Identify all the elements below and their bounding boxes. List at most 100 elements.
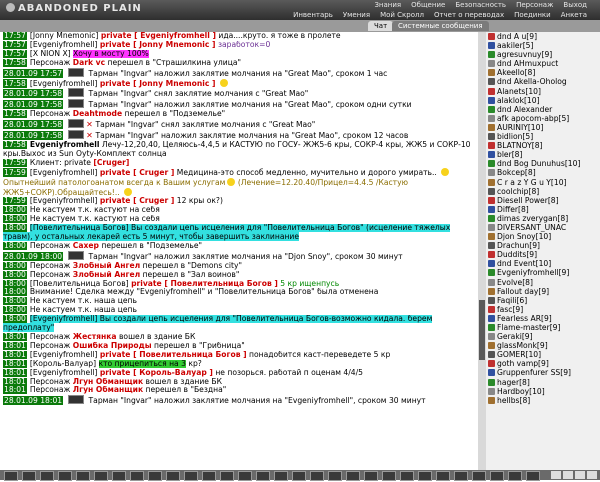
submenu-item[interactable]: Отчет о переводах: [429, 10, 509, 20]
user-name[interactable]: agresuvnuy[9]: [497, 50, 552, 59]
message-timestamp[interactable]: 18:00: [3, 241, 27, 250]
user-list-item[interactable]: Evolve[8]: [486, 278, 600, 287]
message-timestamp[interactable]: 17:57: [3, 49, 27, 58]
user-name[interactable]: dimas zverygan[8]: [497, 214, 568, 223]
user-name[interactable]: DIVERSANT_UNAC: [497, 223, 566, 232]
user-list-item[interactable]: Bokcep[8]: [486, 168, 600, 177]
user-name[interactable]: Alanets[10]: [497, 87, 541, 96]
message-timestamp[interactable]: 28.01.09 18:00: [3, 251, 64, 261]
user-name[interactable]: Fallout day[9]: [497, 287, 549, 296]
message-timestamp[interactable]: 17:59: [3, 158, 27, 167]
user-list-item[interactable]: dnd Alexander: [486, 105, 600, 114]
message-timestamp[interactable]: 18:00: [3, 261, 27, 270]
user-list-item[interactable]: Drachun[9]: [486, 241, 600, 250]
submenu-item[interactable]: Инвентарь: [288, 10, 338, 20]
message-timestamp[interactable]: 17:58: [3, 140, 27, 149]
window-control-icon[interactable]: [551, 471, 561, 479]
user-name[interactable]: goth vamp[9]: [497, 359, 549, 368]
user-list-item[interactable]: BLATNOY[8]: [486, 141, 600, 150]
user-list-item[interactable]: hager[8]: [486, 378, 600, 387]
user-name[interactable]: alaklok[10]: [497, 96, 540, 105]
message-timestamp[interactable]: 28.01.09 17:57: [3, 68, 64, 78]
tab-chat[interactable]: Чат: [368, 21, 394, 31]
user-list-item[interactable]: Fallout day[9]: [486, 287, 600, 296]
message-timestamp[interactable]: 28.01.09 17:58: [3, 100, 64, 110]
message-timestamp[interactable]: 18:01: [3, 386, 27, 395]
user-name[interactable]: hellbs[8]: [497, 396, 530, 405]
menu-item[interactable]: Знания: [369, 0, 406, 10]
user-name[interactable]: AURINIY[10]: [497, 123, 543, 132]
message-timestamp[interactable]: 18:01: [3, 377, 27, 386]
user-list-item[interactable]: bidlion[5]: [486, 132, 600, 141]
user-name[interactable]: Djon Snoy[10]: [497, 232, 551, 241]
user-name[interactable]: Bokcep[8]: [497, 168, 536, 177]
message-timestamp[interactable]: 17:57: [3, 40, 27, 49]
user-list-item[interactable]: aakiler[5]: [486, 41, 600, 50]
submenu-item[interactable]: Анкета: [556, 10, 592, 20]
user-name[interactable]: dnd A u[9]: [497, 32, 537, 41]
user-list-item[interactable]: Faqili[6]: [486, 296, 600, 305]
user-list-item[interactable]: agresuvnuy[9]: [486, 50, 600, 59]
user-list-item[interactable]: dnd A u[9]: [486, 32, 600, 41]
submenu-item[interactable]: Мой Скролл: [375, 10, 429, 20]
user-name[interactable]: BLATNOY[8]: [497, 141, 543, 150]
message-timestamp[interactable]: 17:58: [3, 78, 27, 88]
tab-system-messages[interactable]: Системные сообщения: [392, 21, 489, 31]
user-name[interactable]: C r a z Y G u Y[10]: [497, 178, 567, 187]
message-timestamp[interactable]: 18:01: [3, 368, 27, 377]
menu-item[interactable]: Выход: [558, 0, 592, 10]
chat-scrollbar[interactable]: [478, 32, 486, 470]
user-list-item[interactable]: fasc[9]: [486, 305, 600, 314]
user-name[interactable]: GOMER[10]: [497, 350, 541, 359]
user-name[interactable]: Akeello[8]: [497, 68, 535, 77]
message-timestamp[interactable]: 28.01.09 17:58: [3, 89, 64, 99]
message-timestamp[interactable]: 18:00: [3, 279, 27, 288]
user-name[interactable]: coolchip[8]: [497, 187, 539, 196]
user-name[interactable]: Hardboy[10]: [497, 387, 545, 396]
message-timestamp[interactable]: 18:01: [3, 333, 27, 341]
message-timestamp[interactable]: 18:00: [3, 224, 27, 233]
user-list-item[interactable]: coolchip[8]: [486, 187, 600, 196]
message-timestamp[interactable]: 17:59: [3, 167, 27, 177]
user-list-item[interactable]: Geraki[9]: [486, 332, 600, 341]
user-list-item[interactable]: dnd Bog Dunuhus[10]: [486, 159, 600, 168]
user-list-item[interactable]: Evgeniyfromhell[9]: [486, 268, 600, 277]
user-list-item[interactable]: dnd Event[10]: [486, 259, 600, 268]
user-list-item[interactable]: DIVERSANT_UNAC: [486, 223, 600, 232]
user-list-item[interactable]: alaklok[10]: [486, 96, 600, 105]
user-list-item[interactable]: goth vamp[9]: [486, 359, 600, 368]
user-list-item[interactable]: afk apocom-abp[5]: [486, 114, 600, 123]
user-name[interactable]: bler[8]: [497, 150, 522, 159]
user-name[interactable]: dnd Akella-Oholog: [497, 77, 567, 86]
message-timestamp[interactable]: 28.01.09 18:01: [3, 396, 64, 406]
message-timestamp[interactable]: 18:01: [3, 350, 27, 359]
submenu-item[interactable]: Поединки: [509, 10, 556, 20]
user-name[interactable]: Diesell Power[8]: [497, 196, 559, 205]
user-name[interactable]: afk apocom-abp[5]: [497, 114, 569, 123]
user-name[interactable]: Differ[8]: [497, 205, 529, 214]
user-list-item[interactable]: Djon Snoy[10]: [486, 232, 600, 241]
window-control-icon[interactable]: [575, 471, 585, 479]
user-name[interactable]: Gruppenfurer SS[9]: [497, 368, 571, 377]
message-timestamp[interactable]: 28.01.09 17:58: [3, 131, 64, 141]
user-name[interactable]: bidlion[5]: [497, 132, 533, 141]
user-list-item[interactable]: Fearless AR[9]: [486, 314, 600, 323]
user-name[interactable]: hager[8]: [497, 378, 530, 387]
user-list-item[interactable]: bler[8]: [486, 150, 600, 159]
user-name[interactable]: Duddits[9]: [497, 250, 537, 259]
menu-item[interactable]: Безопасность: [450, 0, 511, 10]
user-name[interactable]: dnd Event[10]: [497, 259, 551, 268]
user-name[interactable]: dnd AHmuxpuct: [497, 59, 558, 68]
user-list-item[interactable]: AURINIY[10]: [486, 123, 600, 132]
user-list-item[interactable]: Flame-master[9]: [486, 323, 600, 332]
user-name[interactable]: glassMonk[9]: [497, 341, 548, 350]
message-timestamp[interactable]: 18:00: [3, 297, 27, 306]
message-timestamp[interactable]: 17:58: [3, 110, 27, 119]
user-name[interactable]: Drachun[9]: [497, 241, 540, 250]
user-list-item[interactable]: dnd AHmuxpuct: [486, 59, 600, 68]
scrollbar-thumb[interactable]: [479, 300, 485, 360]
submenu-item[interactable]: Умения: [338, 10, 375, 20]
user-list-item[interactable]: dimas zverygan[8]: [486, 214, 600, 223]
user-name[interactable]: dnd Alexander: [497, 105, 552, 114]
user-name[interactable]: aakiler[5]: [497, 41, 533, 50]
